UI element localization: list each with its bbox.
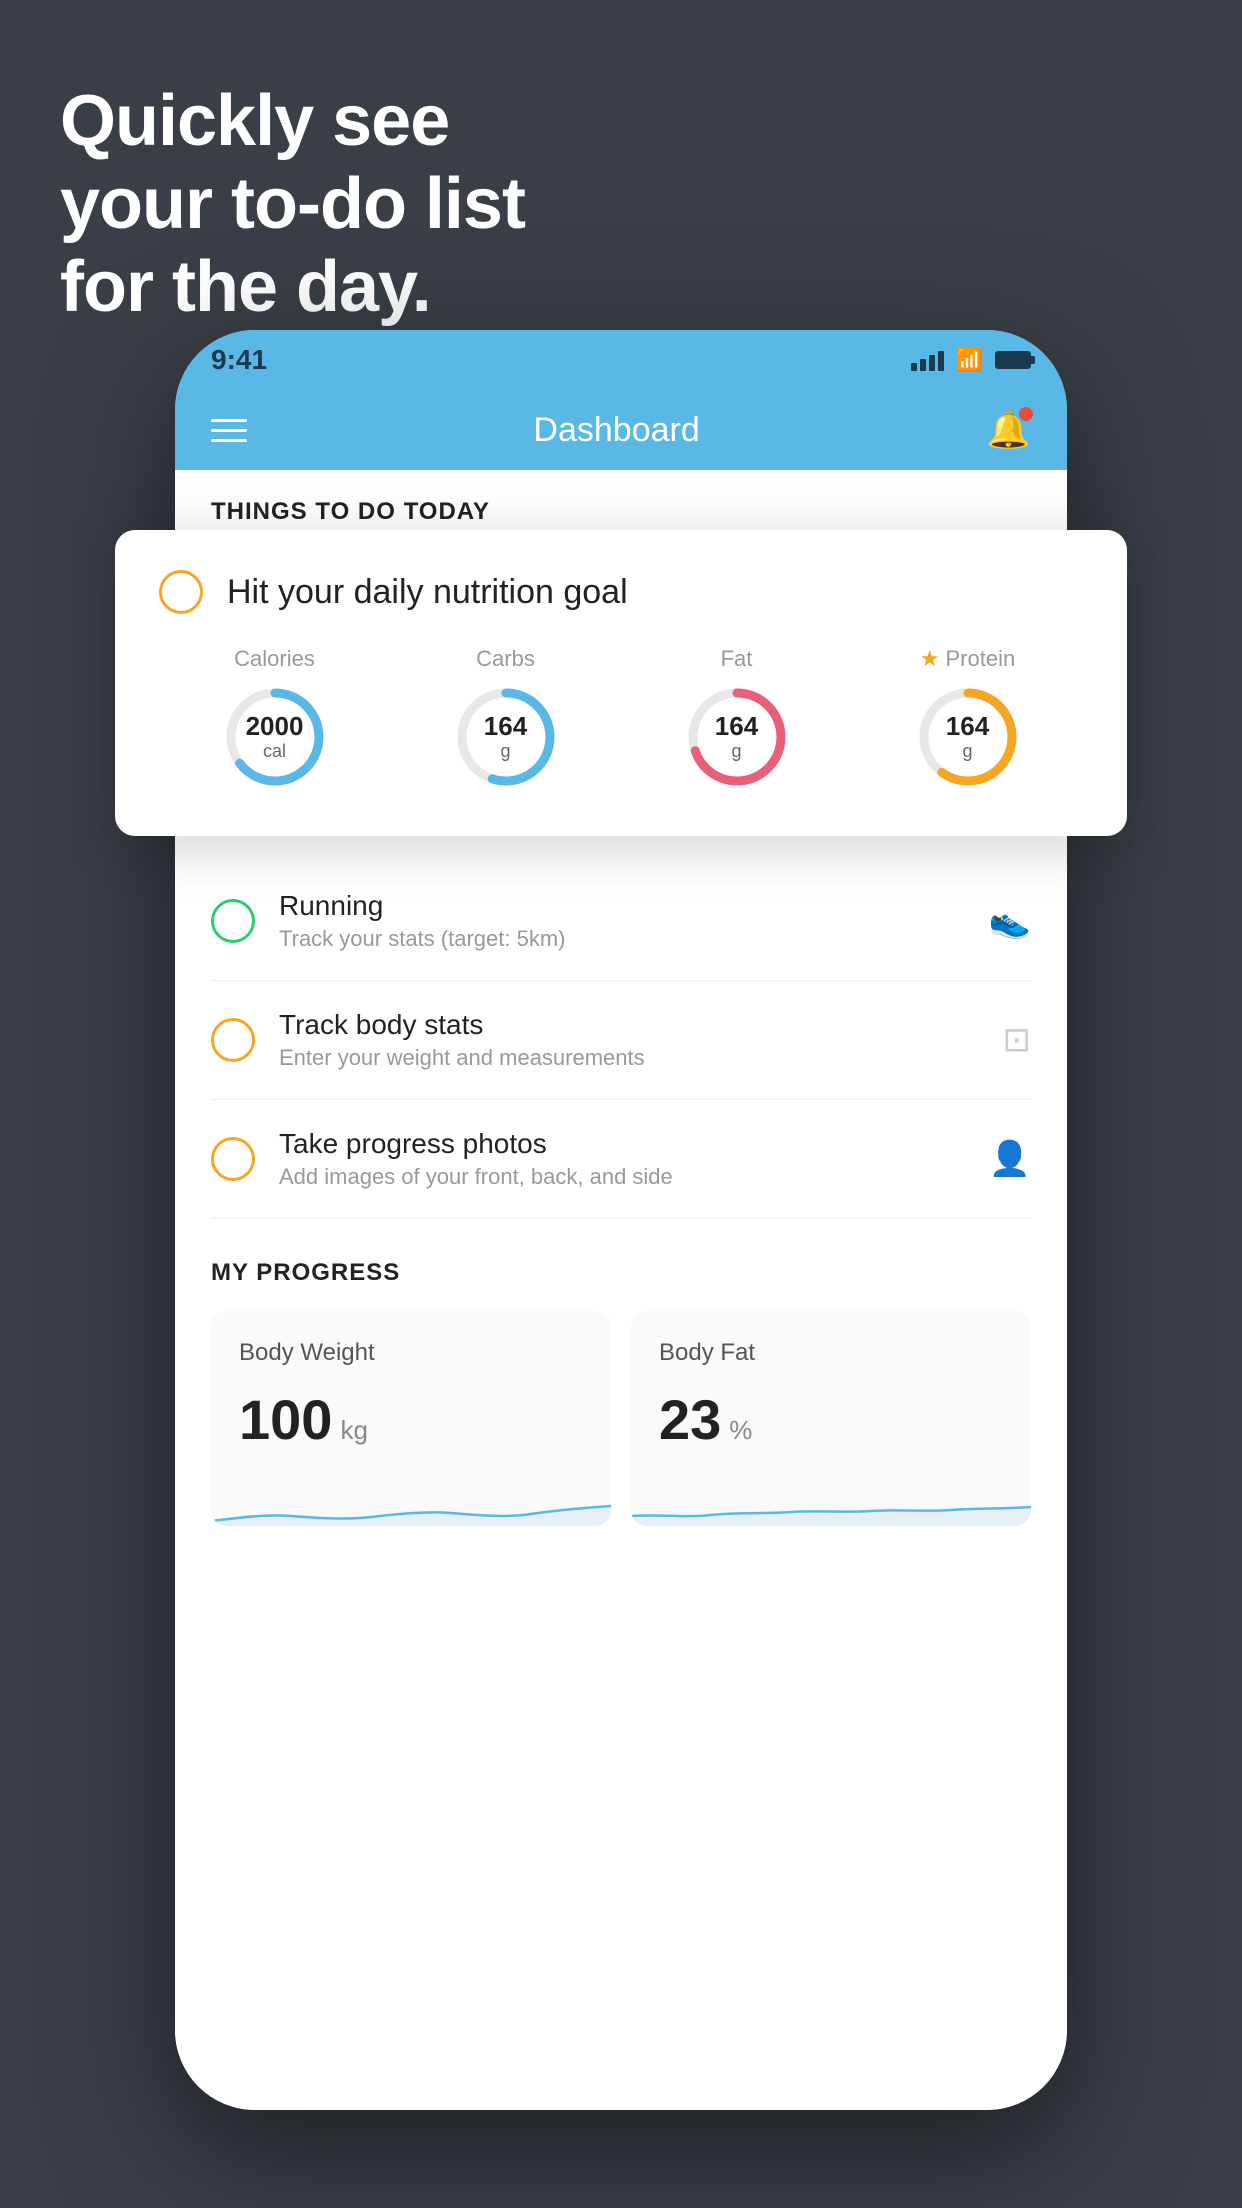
app-header: Dashboard 🔔 (175, 390, 1067, 470)
star-icon: ★ (920, 646, 940, 672)
body-weight-card[interactable]: Body Weight 100 kg (211, 1311, 611, 1526)
hamburger-menu-button[interactable] (211, 419, 247, 442)
progress-section: MY PROGRESS Body Weight 100 kg (175, 1219, 1067, 1526)
todo-list: Running Track your stats (target: 5km) 👟… (175, 862, 1067, 1219)
todo-item-running[interactable]: Running Track your stats (target: 5km) 👟 (211, 862, 1031, 981)
todo-checkbox-photos[interactable] (211, 1137, 255, 1181)
fat-unit: g (731, 741, 741, 761)
todo-subtitle-body-stats: Enter your weight and measurements (279, 1045, 979, 1071)
todo-subtitle-photos: Add images of your front, back, and side (279, 1164, 965, 1190)
nutrition-checkbox[interactable] (159, 570, 203, 614)
todo-title-body-stats: Track body stats (279, 1009, 979, 1041)
carbs-unit: g (500, 741, 510, 761)
body-fat-card[interactable]: Body Fat 23 % (631, 1311, 1031, 1526)
body-fat-value: 23 (659, 1387, 721, 1452)
nutrition-card-title: Hit your daily nutrition goal (227, 573, 628, 612)
notification-bell-button[interactable]: 🔔 (986, 409, 1031, 451)
progress-section-title: MY PROGRESS (211, 1259, 1031, 1287)
body-weight-title: Body Weight (239, 1339, 583, 1367)
nutrition-stats: Calories 2000 cal Carbs (159, 646, 1083, 792)
fat-value: 164 (715, 712, 758, 741)
nutrition-card: Hit your daily nutrition goal Calories 2… (115, 530, 1127, 836)
body-weight-chart (211, 1476, 611, 1526)
person-icon: 👤 (989, 1139, 1031, 1179)
headline: Quickly see your to-do list for the day. (60, 80, 525, 328)
protein-donut: 164 g (913, 682, 1023, 792)
todo-item-body-stats[interactable]: Track body stats Enter your weight and m… (211, 981, 1031, 1100)
stat-label-protein: ★ Protein (920, 646, 1015, 672)
body-fat-chart (631, 1476, 1031, 1526)
todo-checkbox-running[interactable] (211, 899, 255, 943)
running-icon: 👟 (989, 901, 1031, 941)
battery-icon (995, 351, 1031, 369)
carbs-donut: 164 g (451, 682, 561, 792)
header-title: Dashboard (533, 411, 699, 450)
wifi-icon: 📶 (956, 347, 983, 373)
protein-unit: g (962, 741, 972, 761)
body-weight-unit: kg (340, 1415, 367, 1446)
todo-subtitle-running: Track your stats (target: 5km) (279, 926, 965, 952)
protein-value: 164 (946, 712, 989, 741)
stat-fat: Fat 164 g (682, 646, 792, 792)
calories-value: 2000 (246, 712, 304, 741)
status-icons: 📶 (911, 347, 1031, 373)
notification-dot (1019, 407, 1033, 421)
todo-title-running: Running (279, 890, 965, 922)
signal-bars-icon (911, 349, 944, 371)
scale-icon: ⊡ (1003, 1020, 1032, 1060)
fat-donut: 164 g (682, 682, 792, 792)
body-fat-title: Body Fat (659, 1339, 1003, 1367)
stat-calories: Calories 2000 cal (220, 646, 330, 792)
todo-item-photos[interactable]: Take progress photos Add images of your … (211, 1100, 1031, 1219)
hamburger-line (211, 439, 247, 442)
stat-label-calories: Calories (234, 646, 315, 672)
body-fat-unit: % (729, 1415, 752, 1446)
calories-unit: cal (263, 741, 286, 761)
todo-checkbox-body-stats[interactable] (211, 1018, 255, 1062)
status-time: 9:41 (211, 344, 267, 376)
stat-label-fat: Fat (721, 646, 753, 672)
progress-cards: Body Weight 100 kg Body Fat (211, 1311, 1031, 1526)
hamburger-line (211, 419, 247, 422)
todo-title-photos: Take progress photos (279, 1128, 965, 1160)
hamburger-line (211, 429, 247, 432)
stat-label-carbs: Carbs (476, 646, 535, 672)
stat-carbs: Carbs 164 g (451, 646, 561, 792)
carbs-value: 164 (484, 712, 527, 741)
status-bar: 9:41 📶 (175, 330, 1067, 390)
body-weight-value: 100 (239, 1387, 332, 1452)
calories-donut: 2000 cal (220, 682, 330, 792)
stat-protein: ★ Protein 164 g (913, 646, 1023, 792)
